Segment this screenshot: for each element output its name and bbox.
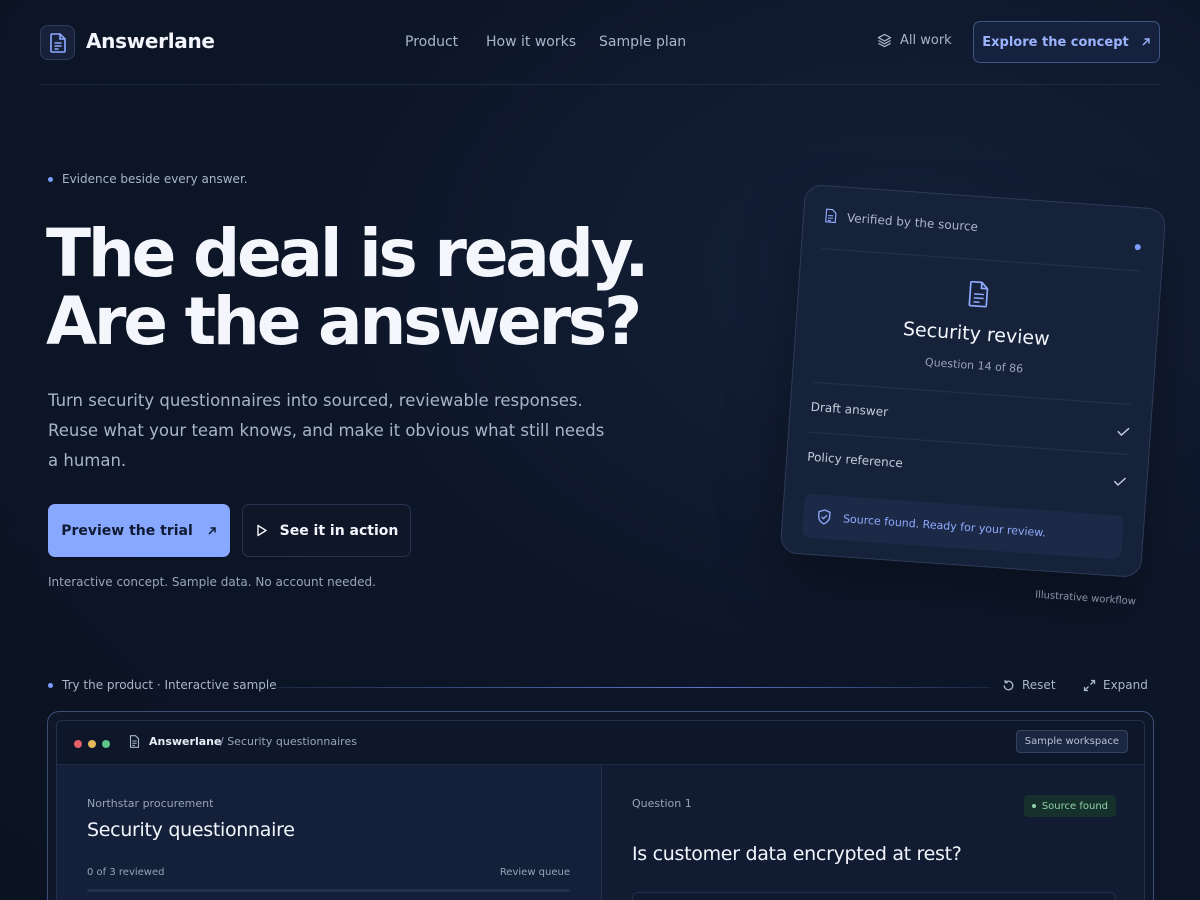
try-divider: [270, 687, 990, 688]
app-window: Answerlane / Security questionnaires Sam…: [56, 720, 1145, 900]
questionnaire-title: Security questionnaire: [87, 819, 295, 841]
question-text: Is customer data encrypted at rest?: [632, 843, 962, 865]
document-logo-icon[interactable]: [40, 25, 75, 60]
card-header-text: Verified by the source: [846, 210, 979, 234]
try-dot: [48, 682, 53, 688]
progress-track: [87, 889, 570, 892]
question-pane: Question 1 Source found Is customer data…: [601, 765, 1144, 900]
app-name[interactable]: Answerlane: [149, 735, 221, 748]
explore-concept-label: Explore the concept: [982, 34, 1129, 50]
maximize-window-dot[interactable]: [102, 740, 110, 748]
hero-eyebrow: Evidence beside every answer.: [48, 172, 248, 186]
card-caption: Illustrative workflow: [1034, 589, 1137, 608]
source-found-text: Source found: [1041, 800, 1108, 812]
nav-how-it-works[interactable]: How it works: [486, 34, 576, 50]
app-titlebar: Answerlane / Security questionnaires Sam…: [57, 721, 1144, 765]
source-found-banner: Source found. Ready for your review.: [801, 493, 1124, 560]
banner-text: Source found. Ready for your review.: [842, 511, 1047, 539]
app-preview-frame: Answerlane / Security questionnaires Sam…: [47, 711, 1154, 900]
reset-label: Reset: [1022, 678, 1056, 692]
card-divider: [812, 381, 1132, 406]
all-work-link[interactable]: All work: [877, 33, 952, 48]
check-icon: [1113, 475, 1127, 490]
headline-line-2: Are the answers?: [46, 283, 642, 360]
minimize-window-dot[interactable]: [88, 740, 96, 748]
expand-label: Expand: [1103, 678, 1148, 692]
play-icon: [256, 524, 267, 537]
nav-product[interactable]: Product: [405, 34, 458, 50]
reset-button[interactable]: Reset: [1002, 678, 1056, 692]
review-progress: 0 of 3 reviewed: [87, 867, 165, 878]
card-divider: [821, 248, 1142, 272]
see-in-action-label: See it in action: [279, 522, 399, 539]
question-label: Question 1: [632, 797, 692, 810]
card-header: Verified by the source: [824, 208, 979, 234]
check-icon: [1116, 425, 1130, 440]
workspace-badge: Sample workspace: [1015, 730, 1128, 753]
card-divider: [808, 431, 1129, 456]
card-row-policy-reference: Policy reference: [807, 450, 1127, 486]
hero-lede: Turn security questionnaires into source…: [48, 391, 605, 470]
document-icon: [799, 269, 1160, 320]
see-in-action-button[interactable]: See it in action: [242, 504, 411, 557]
eyebrow-text: Evidence beside every answer.: [62, 172, 248, 186]
source-found-badge: Source found: [1023, 795, 1116, 817]
app-breadcrumb[interactable]: / Security questionnaires: [220, 735, 357, 748]
site-header: Answerlane Product How it works Sample p…: [40, 0, 1160, 85]
explore-concept-button[interactable]: Explore the concept: [973, 21, 1160, 63]
expand-icon: [1083, 679, 1096, 691]
arrow-up-right-icon: [1142, 38, 1150, 46]
headline-line-1: The deal is ready.: [46, 215, 650, 292]
review-queue-link[interactable]: Review queue: [500, 867, 570, 878]
reset-icon: [1003, 679, 1014, 690]
questionnaire-pane: Northstar procurement Security questionn…: [57, 765, 601, 900]
hero-headline: The deal is ready. Are the answers?: [46, 215, 650, 360]
verification-card: Verified by the source Security review Q…: [779, 183, 1167, 579]
shield-check-icon: [818, 509, 831, 525]
card-row-draft-answer: Draft answer: [810, 399, 1130, 437]
close-window-dot[interactable]: [74, 740, 82, 748]
badge-dot: [1031, 804, 1036, 808]
org-name: Northstar procurement: [87, 797, 214, 810]
expand-button[interactable]: Expand: [1083, 678, 1148, 692]
card-row-label: Draft answer: [810, 399, 889, 420]
try-text: Try the product · Interactive sample: [62, 678, 277, 692]
document-icon: [825, 208, 837, 224]
eyebrow-dot: [48, 176, 53, 182]
preview-trial-label: Preview the trial: [61, 522, 193, 539]
hero-fineprint: Interactive concept. Sample data. No acc…: [48, 575, 376, 589]
document-icon: [129, 735, 140, 748]
card-row-label: Policy reference: [806, 449, 904, 471]
nav-sample-plan[interactable]: Sample plan: [599, 34, 686, 50]
preview-trial-button[interactable]: Preview the trial: [48, 504, 230, 557]
layers-icon: [877, 33, 892, 48]
status-dot: [1134, 243, 1141, 251]
try-product-label: Try the product · Interactive sample: [48, 678, 277, 692]
arrow-up-right-icon: [208, 526, 216, 535]
answer-box[interactable]: [632, 892, 1116, 900]
all-work-label: All work: [900, 33, 952, 48]
brand-name[interactable]: Answerlane: [86, 29, 215, 53]
